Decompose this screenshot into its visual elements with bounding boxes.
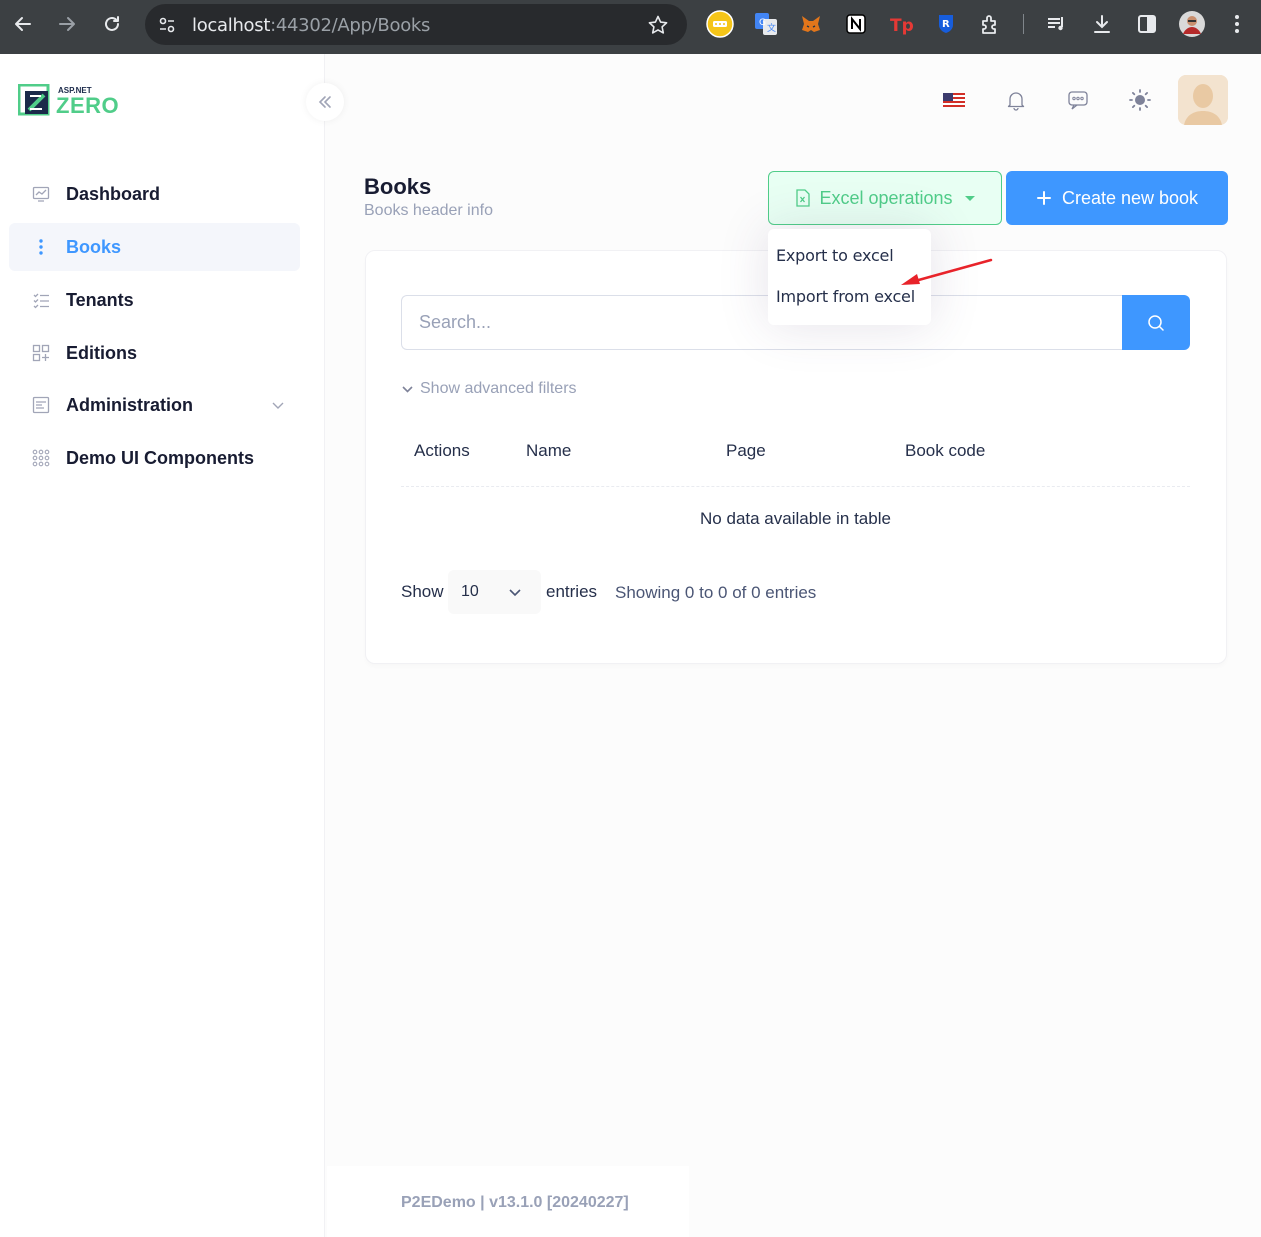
page-size-select[interactable]: 10 bbox=[448, 570, 541, 614]
notion-icon[interactable] bbox=[842, 10, 870, 38]
sidebar-item-label: Tenants bbox=[66, 289, 134, 310]
browser-menu-icon[interactable] bbox=[1223, 10, 1251, 38]
export-to-excel-item[interactable]: Export to excel bbox=[776, 246, 894, 265]
caret-down-icon bbox=[964, 195, 975, 201]
sidebar-collapse-button[interactable] bbox=[306, 83, 344, 121]
back-button[interactable] bbox=[9, 10, 37, 38]
bitwarden-icon[interactable]: R bbox=[932, 10, 960, 38]
google-translate-icon[interactable]: G文 bbox=[752, 10, 780, 38]
sidebar-item-label: Dashboard bbox=[66, 183, 161, 204]
footer: P2EDemo | v13.1.0 [20240227] bbox=[327, 1166, 689, 1237]
chat-icon bbox=[1068, 91, 1088, 110]
show-advanced-filters-link[interactable]: Show advanced filters bbox=[401, 380, 577, 398]
double-chevron-left-icon bbox=[318, 96, 331, 108]
user-avatar-icon bbox=[1178, 75, 1228, 125]
settings-list-icon bbox=[31, 395, 51, 415]
sidebar: ASP.NET ZERO Dashboard Books Tenants Edi… bbox=[0, 54, 344, 1237]
search-input[interactable] bbox=[401, 295, 1123, 350]
back-arrow-icon bbox=[15, 17, 31, 31]
forward-button[interactable] bbox=[53, 10, 81, 38]
grid-icon bbox=[31, 343, 51, 363]
column-header-book-code[interactable]: Book code bbox=[905, 441, 985, 461]
column-header-name[interactable]: Name bbox=[526, 441, 571, 461]
excel-operations-button[interactable]: Excel operations bbox=[768, 171, 1002, 225]
excel-file-icon bbox=[796, 189, 811, 207]
sidebar-item-editions[interactable]: Editions bbox=[9, 329, 300, 377]
list-check-icon bbox=[31, 290, 51, 310]
forward-arrow-icon bbox=[59, 17, 75, 31]
url-text: localhost:44302/App/Books bbox=[192, 15, 431, 36]
theme-toggle-button[interactable] bbox=[1126, 86, 1154, 114]
sidebar-item-demo-ui-components[interactable]: Demo UI Components bbox=[9, 434, 300, 482]
search-button[interactable] bbox=[1122, 295, 1190, 350]
reload-button[interactable] bbox=[98, 10, 126, 38]
language-switcher[interactable] bbox=[940, 86, 968, 114]
sidebar-item-label: Demo UI Components bbox=[66, 447, 255, 468]
password-manager-icon[interactable] bbox=[706, 10, 734, 38]
search-icon bbox=[1148, 314, 1164, 331]
sidebar-item-label: Administration bbox=[66, 394, 194, 415]
us-flag-icon bbox=[943, 93, 965, 107]
table-divider bbox=[401, 486, 1190, 487]
page-description: Books header info bbox=[364, 202, 493, 219]
reload-icon bbox=[105, 16, 119, 31]
downloads-icon[interactable] bbox=[1088, 10, 1116, 38]
column-header-actions[interactable]: Actions bbox=[414, 441, 470, 461]
sidebar-item-dashboard[interactable]: Dashboard bbox=[9, 170, 300, 218]
empty-table-message: No data available in table bbox=[700, 509, 891, 528]
pagination-info: Showing 0 to 0 of 0 entries bbox=[615, 583, 817, 602]
excel-operations-label: Excel operations bbox=[819, 187, 953, 208]
plus-icon bbox=[1036, 191, 1051, 205]
chevron-down-icon bbox=[509, 589, 521, 597]
notifications-button[interactable] bbox=[1002, 86, 1030, 114]
entries-label: entries bbox=[546, 582, 598, 601]
svg-text:G: G bbox=[759, 18, 766, 28]
advanced-filters-label: Show advanced filters bbox=[420, 380, 577, 397]
apps-icon bbox=[31, 448, 51, 468]
column-header-page[interactable]: Page bbox=[726, 441, 766, 461]
sidebar-item-label: Editions bbox=[66, 342, 137, 363]
chart-icon bbox=[31, 184, 51, 204]
svg-text:Tp: Tp bbox=[890, 16, 914, 36]
page-size-value: 10 bbox=[461, 583, 479, 600]
user-avatar[interactable] bbox=[1178, 75, 1228, 125]
side-panel-icon[interactable] bbox=[1133, 10, 1161, 38]
logo-title: ZERO bbox=[56, 93, 120, 118]
bell-icon bbox=[1007, 92, 1025, 111]
toolbar-divider bbox=[1023, 14, 1024, 34]
chevron-down-icon bbox=[402, 385, 413, 393]
footer-version: P2EDemo | v13.1.0 [20240227] bbox=[401, 1194, 629, 1211]
svg-text:文: 文 bbox=[767, 22, 776, 34]
app-logo[interactable]: ASP.NET ZERO bbox=[17, 83, 120, 118]
browser-toolbar: localhost:44302/App/Books G文 Tp R bbox=[0, 0, 1261, 54]
sidebar-item-books[interactable]: Books bbox=[9, 223, 300, 271]
extensions-icon[interactable] bbox=[977, 10, 1005, 38]
profile-avatar-icon[interactable] bbox=[1178, 10, 1206, 38]
create-new-book-button[interactable]: Create new book bbox=[1006, 171, 1228, 225]
media-controls-icon[interactable] bbox=[1043, 10, 1071, 38]
metamask-icon[interactable] bbox=[797, 10, 825, 38]
sidebar-item-label: Books bbox=[66, 236, 122, 257]
sidebar-item-tenants[interactable]: Tenants bbox=[9, 276, 300, 324]
chat-button[interactable] bbox=[1064, 86, 1092, 114]
tp-icon[interactable]: Tp bbox=[887, 10, 915, 38]
svg-text:R: R bbox=[942, 19, 950, 30]
chevron-down-icon bbox=[272, 402, 284, 409]
bookmark-star-icon[interactable] bbox=[647, 14, 669, 36]
dots-icon bbox=[31, 237, 51, 257]
sidebar-item-administration[interactable]: Administration bbox=[9, 381, 300, 429]
address-bar[interactable]: localhost:44302/App/Books bbox=[145, 4, 687, 45]
red-arrow-annotation bbox=[901, 258, 993, 285]
create-new-book-label: Create new book bbox=[1061, 187, 1199, 208]
page-title: Books bbox=[364, 174, 432, 199]
site-info-icon[interactable] bbox=[157, 15, 177, 35]
sun-icon bbox=[1129, 89, 1151, 111]
show-label: Show bbox=[401, 582, 444, 601]
